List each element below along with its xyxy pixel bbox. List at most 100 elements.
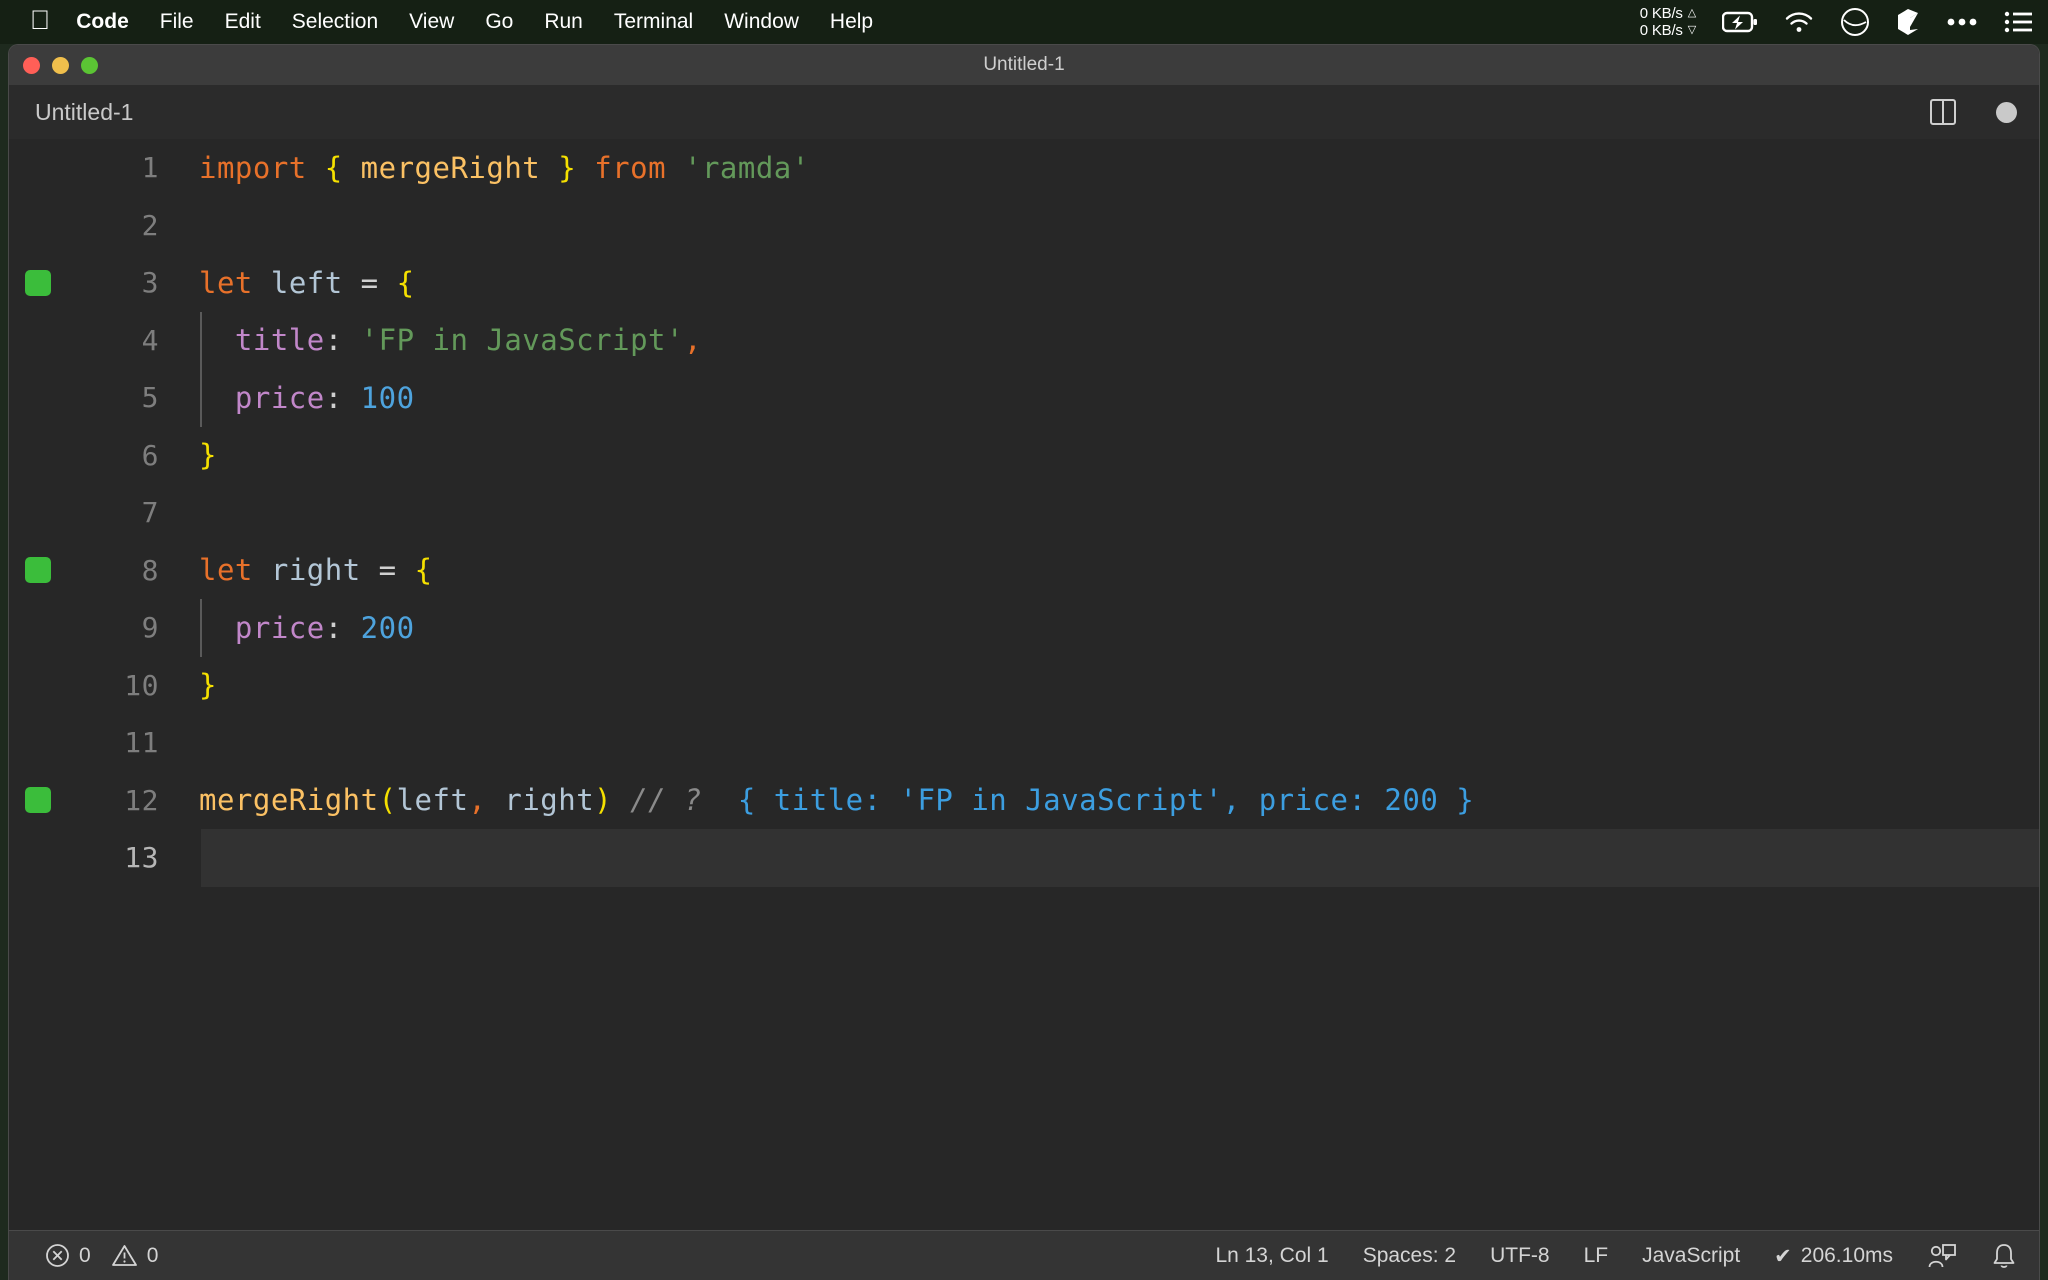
warning-count: 0 bbox=[146, 1243, 159, 1267]
control-center-list-icon[interactable] bbox=[2004, 11, 2032, 33]
language-mode[interactable]: JavaScript bbox=[1642, 1244, 1740, 1268]
apple-logo-icon[interactable]:  bbox=[30, 6, 50, 34]
ellipsis-icon[interactable] bbox=[1946, 16, 1978, 28]
unsaved-changes-icon[interactable] bbox=[1996, 101, 2017, 123]
active-line-highlight bbox=[201, 829, 2039, 887]
code-text[interactable]: import { mergeRight } from 'ramda' bbox=[199, 151, 810, 185]
live-share-icon[interactable] bbox=[1927, 1243, 1957, 1270]
status-bar-right: Ln 13, Col 1 Spaces: 2 UTF-8 LF JavaScri… bbox=[1215, 1231, 2017, 1280]
error-circle-icon bbox=[45, 1243, 70, 1268]
warning-triangle-icon bbox=[111, 1243, 138, 1268]
problems-warnings[interactable]: 0 bbox=[111, 1243, 159, 1268]
token: 200 bbox=[360, 610, 415, 645]
token: = bbox=[378, 553, 397, 588]
maximize-button[interactable] bbox=[81, 56, 98, 74]
line-number: 8 bbox=[141, 553, 159, 587]
menu-item-code[interactable]: Code bbox=[76, 10, 129, 34]
line-number: 2 bbox=[141, 208, 159, 242]
network-arrows-icon: △ ▽ bbox=[1687, 7, 1696, 36]
menu-item-selection[interactable]: Selection bbox=[292, 10, 378, 34]
code-line-1[interactable]: 1 import { mergeRight } from 'ramda' bbox=[9, 139, 2039, 197]
line-number: 6 bbox=[141, 438, 159, 472]
quokka-time: 206.10ms bbox=[1800, 1244, 1893, 1267]
code-line-10[interactable]: 10} bbox=[9, 657, 2039, 715]
menu-item-go[interactable]: Go bbox=[485, 10, 513, 34]
box-icon[interactable] bbox=[1896, 7, 1920, 37]
token: 100 bbox=[360, 380, 415, 415]
quokka-runtime[interactable]: ✔ 206.10ms bbox=[1774, 1244, 1893, 1269]
code-line-9[interactable]: 9 price: 200 bbox=[9, 599, 2039, 657]
code-line-8[interactable]: 8 let right = { bbox=[9, 542, 2039, 600]
line-number: 4 bbox=[141, 323, 159, 357]
token: let bbox=[199, 265, 253, 300]
eol-setting[interactable]: LF bbox=[1584, 1244, 1609, 1268]
close-button[interactable] bbox=[23, 56, 40, 74]
indentation-setting[interactable]: Spaces: 2 bbox=[1363, 1244, 1456, 1268]
code-text[interactable]: mergeRight(left, right) // ? { title: 'F… bbox=[199, 783, 1474, 817]
error-count: 0 bbox=[79, 1243, 91, 1267]
token: // ? bbox=[630, 783, 702, 818]
line-number: 5 bbox=[141, 381, 159, 415]
network-speed-indicator[interactable]: 0 KB/s 0 KB/s △ ▽ bbox=[1640, 5, 1696, 39]
token: from bbox=[594, 150, 667, 185]
token: } bbox=[558, 150, 577, 185]
code-text[interactable]: } bbox=[199, 668, 217, 702]
line-number: 9 bbox=[141, 611, 159, 645]
split-editor-icon[interactable] bbox=[1930, 99, 1956, 125]
tab-actions bbox=[1930, 85, 2017, 139]
code-text[interactable]: title: 'FP in JavaScript', bbox=[199, 323, 702, 357]
token: : bbox=[324, 323, 343, 358]
tab-untitled-1[interactable]: Untitled-1 bbox=[35, 99, 133, 126]
token: } bbox=[199, 668, 217, 703]
line-number: 1 bbox=[141, 151, 159, 185]
code-line-5[interactable]: 5 price: 100 bbox=[9, 369, 2039, 427]
code-line-4[interactable]: 4 title: 'FP in JavaScript', bbox=[9, 311, 2039, 369]
minimize-button[interactable] bbox=[52, 56, 69, 74]
menu-item-run[interactable]: Run bbox=[544, 10, 583, 34]
editor-tab-bar: Untitled-1 bbox=[9, 85, 2039, 139]
code-line-6[interactable]: 6} bbox=[9, 427, 2039, 485]
code-line-13[interactable]: 13 bbox=[9, 829, 2039, 887]
encoding-setting[interactable]: UTF-8 bbox=[1490, 1244, 1550, 1268]
wifi-icon[interactable] bbox=[1784, 11, 1814, 33]
code-text[interactable]: let right = { bbox=[199, 553, 433, 587]
network-download-speed: 0 KB/s bbox=[1639, 22, 1683, 39]
token: let bbox=[199, 553, 253, 588]
code-line-3[interactable]: 3 let left = { bbox=[9, 254, 2039, 312]
code-editor[interactable]: 1 import { mergeRight } from 'ramda' 2 3 let… bbox=[9, 139, 2039, 1231]
battery-charging-icon[interactable] bbox=[1722, 11, 1758, 33]
code-line-12[interactable]: 12 mergeRight(left, right) // ? { title: … bbox=[9, 772, 2039, 830]
code-line-7[interactable]: 7 bbox=[9, 484, 2039, 542]
code-line-2[interactable]: 2 bbox=[9, 197, 2039, 255]
token: { bbox=[414, 553, 433, 588]
code-text[interactable]: let left = { bbox=[199, 266, 415, 300]
token: { bbox=[396, 265, 415, 300]
token: price bbox=[234, 610, 325, 645]
problems-errors[interactable]: 0 bbox=[45, 1243, 91, 1268]
bell-icon[interactable] bbox=[1991, 1242, 2017, 1270]
menu-item-edit[interactable]: Edit bbox=[225, 10, 261, 34]
menu-item-view[interactable]: View bbox=[409, 10, 454, 34]
code-text[interactable]: price: 100 bbox=[199, 381, 415, 415]
code-line-11[interactable]: 11 bbox=[9, 714, 2039, 772]
token: import bbox=[199, 150, 307, 185]
menu-item-terminal[interactable]: Terminal bbox=[614, 10, 693, 34]
line-number: 11 bbox=[124, 726, 159, 760]
menu-item-help[interactable]: Help bbox=[830, 10, 873, 34]
token: : bbox=[324, 380, 343, 415]
line-number: 13 bbox=[124, 841, 159, 875]
clock-icon[interactable] bbox=[1840, 7, 1870, 37]
code-text[interactable]: } bbox=[199, 438, 217, 472]
menu-item-file[interactable]: File bbox=[160, 10, 194, 34]
cursor-position[interactable]: Ln 13, Col 1 bbox=[1215, 1244, 1328, 1268]
menu-item-window[interactable]: Window bbox=[724, 10, 799, 34]
code-text[interactable]: price: 200 bbox=[199, 611, 415, 645]
